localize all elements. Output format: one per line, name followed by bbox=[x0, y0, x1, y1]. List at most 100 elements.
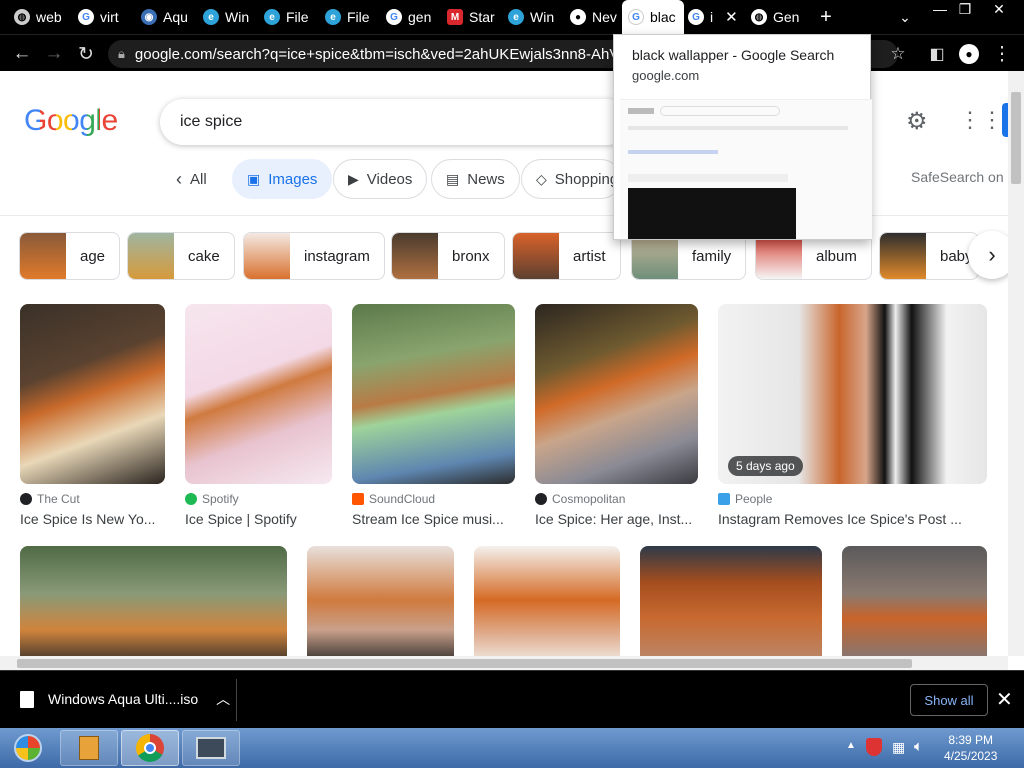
chip-thumbnail bbox=[244, 233, 290, 279]
browser-tab[interactable]: G i ✕ bbox=[688, 0, 744, 34]
taskbar-explorer[interactable] bbox=[60, 730, 118, 766]
result-thumbnail[interactable] bbox=[20, 304, 165, 484]
result-thumbnail[interactable] bbox=[20, 546, 287, 656]
start-button[interactable] bbox=[8, 730, 48, 766]
result-thumbnail[interactable]: 5 days ago bbox=[718, 304, 987, 484]
browser-tab-active[interactable]: G blac bbox=[622, 0, 684, 34]
image-result[interactable]: Spotify Ice Spice | Spotify bbox=[185, 304, 332, 527]
filter-label: All bbox=[190, 170, 207, 188]
result-title[interactable]: Ice Spice Is New Yo... bbox=[20, 511, 165, 527]
image-result[interactable]: SoundCloud Stream Ice Spice musi... bbox=[352, 304, 515, 527]
result-thumbnail[interactable] bbox=[474, 546, 620, 656]
system-clock[interactable]: 8:39 PM 4/25/2023 bbox=[944, 732, 997, 764]
result-source[interactable]: People bbox=[718, 492, 987, 506]
related-chip[interactable]: instagram bbox=[243, 232, 385, 280]
browser-tab[interactable]: ◍ web bbox=[14, 0, 64, 34]
related-chip[interactable]: cake bbox=[127, 232, 235, 280]
browser-tab[interactable]: G gen bbox=[386, 0, 436, 34]
related-chip[interactable]: baby bbox=[879, 232, 979, 280]
horizontal-scroll-thumb[interactable] bbox=[17, 659, 912, 668]
browser-tab[interactable]: ◍ Gen bbox=[751, 0, 801, 34]
related-chip[interactable]: age bbox=[19, 232, 121, 280]
chip-label: bronx bbox=[452, 247, 490, 265]
chevron-right-icon[interactable]: › bbox=[968, 231, 1008, 279]
result-title[interactable]: Ice Spice | Spotify bbox=[185, 511, 332, 527]
result-source[interactable]: SoundCloud bbox=[352, 492, 515, 506]
result-source[interactable]: Cosmopolitan bbox=[535, 492, 698, 506]
safesearch-toggle[interactable]: SafeSearch on bbox=[911, 169, 1004, 185]
chip-label: cake bbox=[188, 247, 220, 265]
vertical-scroll-thumb[interactable] bbox=[1011, 92, 1021, 184]
tab-hover-card: black wallapper - Google Search google.c… bbox=[613, 34, 872, 240]
browser-tab[interactable]: M Star bbox=[447, 0, 497, 34]
filter-images[interactable]: ▣ Images bbox=[232, 159, 333, 199]
image-result[interactable] bbox=[842, 546, 987, 656]
new-tab-button[interactable]: + bbox=[813, 4, 839, 30]
download-item[interactable]: Windows Aqua Ulti....iso ︿ bbox=[20, 689, 230, 709]
result-title[interactable]: Ice Spice: Her age, Inst... bbox=[535, 511, 698, 527]
result-source[interactable]: The Cut bbox=[20, 492, 165, 506]
filter-shopping[interactable]: ◇ Shopping bbox=[521, 159, 621, 199]
filter-all[interactable]: ‹ All bbox=[162, 159, 221, 199]
related-chip[interactable]: bronx bbox=[391, 232, 505, 280]
menu-kebab-icon[interactable]: ⋮ bbox=[988, 40, 1016, 68]
result-source[interactable]: Spotify bbox=[185, 492, 332, 506]
browser-tab[interactable]: e File bbox=[264, 0, 314, 34]
google-icon: G bbox=[386, 9, 402, 25]
browser-tab[interactable]: ● Nev bbox=[570, 0, 620, 34]
settings-gear-icon[interactable]: ⚙ bbox=[906, 107, 928, 136]
image-result[interactable] bbox=[474, 546, 620, 656]
result-thumbnail[interactable] bbox=[352, 304, 515, 484]
google-logo[interactable]: Google bbox=[24, 104, 118, 138]
browser-tab[interactable]: e Win bbox=[508, 0, 558, 34]
chrome-icon bbox=[136, 734, 164, 762]
search-input[interactable]: ice spice bbox=[160, 99, 630, 145]
forward-icon[interactable]: → bbox=[40, 40, 68, 68]
side-panel-icon[interactable]: ◧ bbox=[923, 40, 951, 68]
close-icon[interactable]: ✕ bbox=[996, 687, 1013, 712]
close-window-icon[interactable]: ✕ bbox=[982, 0, 1016, 18]
image-result[interactable] bbox=[307, 546, 454, 656]
tray-expand-icon[interactable]: ▲ bbox=[846, 740, 856, 751]
google-apps-icon[interactable]: ⋮⋮⋮ bbox=[959, 107, 1008, 133]
reload-icon[interactable]: ↻ bbox=[72, 40, 100, 68]
chip-thumbnail bbox=[128, 233, 174, 279]
tab-preview-thumbnail bbox=[620, 99, 872, 239]
restore-icon[interactable]: ❐ bbox=[950, 0, 980, 18]
taskbar-display[interactable] bbox=[182, 730, 240, 766]
edge-icon: e bbox=[508, 9, 524, 25]
result-thumbnail[interactable] bbox=[307, 546, 454, 656]
chip-label: age bbox=[80, 247, 106, 265]
result-thumbnail[interactable] bbox=[842, 546, 987, 656]
tab-strip: ◍ web G virt ◉ Aqu e Win e File e File G… bbox=[0, 0, 1024, 34]
close-tab-icon[interactable]: ✕ bbox=[725, 8, 738, 26]
image-result[interactable] bbox=[640, 546, 822, 656]
back-icon[interactable]: ← bbox=[8, 40, 36, 68]
result-thumbnail[interactable] bbox=[535, 304, 698, 484]
image-result[interactable] bbox=[20, 546, 287, 656]
chevron-up-icon[interactable]: ︿ bbox=[216, 689, 230, 709]
show-all-button[interactable]: Show all bbox=[910, 684, 988, 716]
image-result[interactable]: Cosmopolitan Ice Spice: Her age, Inst... bbox=[535, 304, 698, 527]
result-thumbnail[interactable] bbox=[185, 304, 332, 484]
browser-tab[interactable]: ◉ Aqu bbox=[141, 0, 191, 34]
related-chip[interactable]: artist bbox=[512, 232, 621, 280]
bookmark-star-icon[interactable]: ☆ bbox=[884, 40, 912, 68]
image-result[interactable]: 5 days ago People Instagram Removes Ice … bbox=[718, 304, 987, 527]
shield-icon[interactable] bbox=[866, 738, 882, 756]
filter-news[interactable]: ▤ News bbox=[431, 159, 520, 199]
tab-search-icon[interactable]: ⌄ bbox=[892, 4, 918, 30]
browser-tab[interactable]: G virt bbox=[78, 0, 128, 34]
filter-videos[interactable]: ▶ Videos bbox=[333, 159, 428, 199]
result-title[interactable]: Stream Ice Spice musi... bbox=[352, 511, 515, 527]
image-result[interactable]: The Cut Ice Spice Is New Yo... bbox=[20, 304, 165, 527]
volume-icon[interactable]: 🔈︎ bbox=[914, 738, 923, 755]
filter-label: Videos bbox=[366, 170, 413, 188]
taskbar-chrome[interactable] bbox=[121, 730, 179, 766]
profile-avatar[interactable]: ● bbox=[955, 40, 983, 68]
browser-tab[interactable]: e File bbox=[325, 0, 375, 34]
network-icon[interactable]: ▦ bbox=[892, 739, 905, 756]
result-thumbnail[interactable] bbox=[640, 546, 822, 656]
browser-tab[interactable]: e Win bbox=[203, 0, 253, 34]
result-title[interactable]: Instagram Removes Ice Spice's Post ... bbox=[718, 511, 987, 527]
